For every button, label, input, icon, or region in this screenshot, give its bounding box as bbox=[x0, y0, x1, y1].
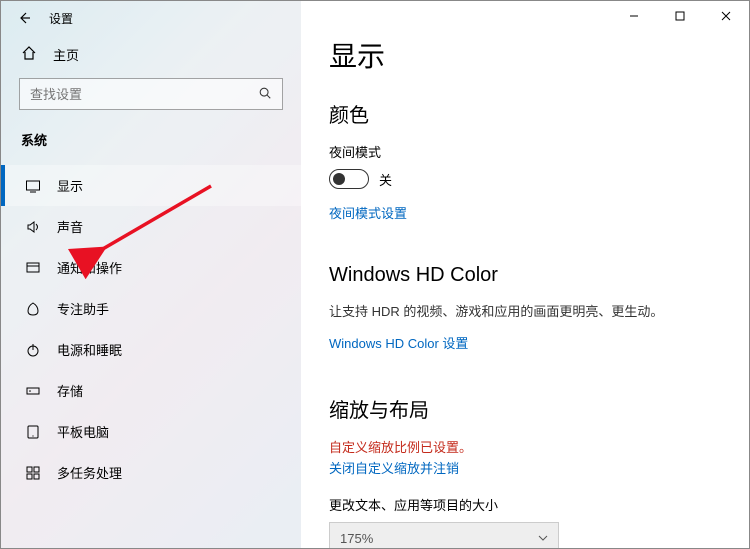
power-icon bbox=[25, 342, 41, 358]
category-label: 系统 bbox=[1, 120, 301, 159]
tablet-icon bbox=[25, 424, 41, 440]
sidebar-item-label: 平板电脑 bbox=[57, 422, 109, 441]
sidebar-item-focus[interactable]: 专注助手 bbox=[1, 288, 301, 329]
search-input[interactable] bbox=[30, 87, 250, 102]
sidebar-item-storage[interactable]: 存储 bbox=[1, 370, 301, 411]
scale-turnoff-link[interactable]: 关闭自定义缩放并注销 bbox=[329, 458, 721, 477]
window-controls bbox=[611, 1, 749, 31]
home-label: 主页 bbox=[53, 45, 79, 64]
search-box[interactable] bbox=[19, 78, 283, 110]
close-button[interactable] bbox=[703, 1, 749, 31]
display-icon bbox=[25, 178, 41, 194]
sidebar-item-power[interactable]: 电源和睡眠 bbox=[1, 329, 301, 370]
multitask-icon bbox=[25, 465, 41, 481]
sidebar-item-display[interactable]: 显示 bbox=[1, 165, 301, 206]
sidebar-item-sound[interactable]: 声音 bbox=[1, 206, 301, 247]
sidebar-item-label: 存储 bbox=[57, 381, 83, 400]
page-title: 显示 bbox=[329, 35, 721, 75]
sidebar-item-label: 电源和睡眠 bbox=[57, 340, 122, 359]
hd-color-desc: 让支持 HDR 的视频、游戏和应用的画面更明亮、更生动。 bbox=[329, 301, 721, 323]
titlebar-left: 设置 bbox=[1, 1, 301, 35]
minimize-button[interactable] bbox=[611, 1, 657, 31]
app-title: 设置 bbox=[49, 10, 73, 27]
back-button[interactable] bbox=[17, 11, 31, 25]
sound-icon bbox=[25, 219, 41, 235]
settings-window: 设置 主页 系统 显示 声音 bbox=[0, 0, 750, 549]
night-light-toggle[interactable] bbox=[329, 169, 369, 189]
sidebar-item-label: 专注助手 bbox=[57, 299, 109, 318]
night-light-toggle-row: 关 bbox=[329, 169, 721, 189]
sidebar-item-label: 通知和操作 bbox=[57, 258, 122, 277]
sidebar-item-label: 显示 bbox=[57, 176, 83, 195]
notifications-icon bbox=[25, 260, 41, 276]
sidebar-item-tablet[interactable]: 平板电脑 bbox=[1, 411, 301, 452]
sidebar-nav: 显示 声音 通知和操作 专注助手 电源和睡眠 存储 bbox=[1, 165, 301, 493]
night-light-label: 夜间模式 bbox=[329, 142, 721, 161]
search-container bbox=[1, 72, 301, 120]
scale-dropdown[interactable]: 175% bbox=[329, 522, 559, 548]
search-icon bbox=[258, 86, 272, 103]
night-light-settings-link[interactable]: 夜间模式设置 bbox=[329, 203, 721, 222]
hd-color-heading: Windows HD Color bbox=[329, 264, 721, 287]
scale-value: 175% bbox=[340, 531, 373, 546]
storage-icon bbox=[25, 383, 41, 399]
sidebar: 设置 主页 系统 显示 声音 bbox=[1, 1, 301, 548]
maximize-button[interactable] bbox=[657, 1, 703, 31]
sidebar-item-multitask[interactable]: 多任务处理 bbox=[1, 452, 301, 493]
sidebar-item-label: 声音 bbox=[57, 217, 83, 236]
sidebar-item-notifications[interactable]: 通知和操作 bbox=[1, 247, 301, 288]
scale-heading: 缩放与布局 bbox=[329, 394, 721, 423]
scale-text-label: 更改文本、应用等项目的大小 bbox=[329, 495, 721, 514]
home-icon bbox=[21, 45, 37, 64]
home-button[interactable]: 主页 bbox=[1, 35, 301, 72]
chevron-down-icon bbox=[538, 531, 548, 546]
color-heading: 颜色 bbox=[329, 99, 721, 128]
main-panel: 显示 颜色 夜间模式 关 夜间模式设置 Windows HD Color 让支持… bbox=[301, 1, 749, 548]
hd-color-settings-link[interactable]: Windows HD Color 设置 bbox=[329, 333, 721, 352]
night-light-state: 关 bbox=[379, 170, 392, 189]
content: 显示 颜色 夜间模式 关 夜间模式设置 Windows HD Color 让支持… bbox=[301, 1, 749, 548]
scale-warning: 自定义缩放比例已设置。 bbox=[329, 437, 721, 456]
sidebar-item-label: 多任务处理 bbox=[57, 463, 122, 482]
focus-icon bbox=[25, 301, 41, 317]
